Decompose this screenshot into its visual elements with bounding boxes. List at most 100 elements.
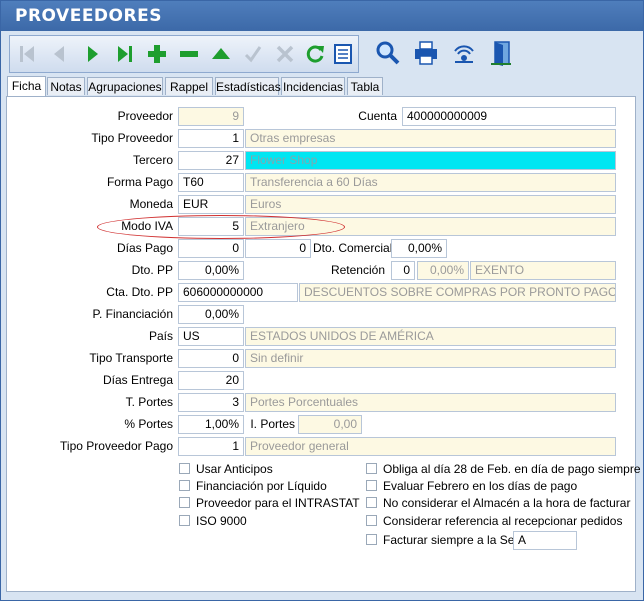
proveedor-field[interactable]: 9 (178, 107, 244, 126)
dias-entrega-field[interactable]: 20 (178, 371, 244, 390)
retencion-label: Retención (330, 263, 385, 277)
tab-agrupaciones[interactable]: Agrupaciones (87, 77, 163, 95)
previous-record-button[interactable] (44, 39, 74, 69)
window-title: PROVEEDORES (15, 6, 162, 26)
add-record-button[interactable] (142, 39, 172, 69)
pct-portes-field[interactable]: 1,00% (178, 415, 244, 434)
obliga-dia-28-checkbox[interactable]: Obliga al día 28 de Feb. en día de pago … (366, 462, 641, 477)
refresh-button[interactable] (300, 39, 330, 69)
tipo-proveedor-desc: Otras empresas (245, 129, 616, 148)
print-button[interactable] (411, 38, 441, 68)
tab-estadisticas[interactable]: Estadísticas (215, 77, 281, 95)
t-portes-code[interactable]: 3 (178, 393, 244, 412)
checkbox-box[interactable] (366, 497, 377, 508)
t-portes-desc: Portes Porcentuales (245, 393, 616, 412)
i-portes-field[interactable]: 0,00 (298, 415, 362, 434)
tipo-proveedor-pago-desc: Proveedor general (245, 437, 616, 456)
dto-comercial-label: Dto. Comercial (313, 241, 393, 255)
checkbox-box[interactable] (179, 463, 190, 474)
moneda-code[interactable]: EUR (178, 195, 244, 214)
checkbox-label: Proveedor para el INTRASTAT (196, 496, 360, 510)
cuenta-label: Cuenta (358, 109, 397, 123)
tab-tabla[interactable]: Tabla (347, 77, 383, 95)
no-considerar-almacen-checkbox[interactable]: No considerar el Almacén a la hora de fa… (366, 496, 630, 511)
cuenta-field[interactable]: 400000000009 (402, 107, 616, 126)
tercero-desc: Flower Shop (245, 151, 616, 170)
dto-comercial-field[interactable]: 0,00% (391, 239, 447, 258)
checkbox-box[interactable] (366, 515, 377, 526)
checkbox-box[interactable] (366, 463, 377, 474)
cta-dto-pp-code[interactable]: 606000000000 (178, 283, 298, 302)
previous-icon (54, 46, 64, 62)
door-exit-icon (491, 41, 511, 66)
tipo-transporte-code[interactable]: 0 (178, 349, 244, 368)
last-record-button[interactable] (110, 39, 140, 69)
checkbox-label: Usar Anticipos (196, 462, 273, 476)
printer-icon (415, 41, 437, 65)
considerar-referencia-checkbox[interactable]: Considerar referencia al recepcionar ped… (366, 514, 622, 529)
modo-iva-code[interactable]: 5 (178, 217, 244, 236)
p-financiacion-field[interactable]: 0,00% (178, 305, 244, 324)
checkbox-box[interactable] (366, 480, 377, 491)
pais-label: País (148, 329, 173, 343)
tipo-proveedor-label: Tipo Proveedor (91, 131, 173, 145)
checkbox-box[interactable] (179, 480, 190, 491)
checkbox-label: ISO 9000 (196, 514, 247, 528)
minus-icon (180, 51, 198, 57)
navigation-toolbar (9, 35, 359, 73)
exit-button[interactable] (487, 38, 517, 68)
dias-pago-field-1[interactable]: 0 (178, 239, 244, 258)
first-record-button[interactable] (12, 39, 42, 69)
tercero-label: Tercero (132, 153, 173, 167)
next-record-button[interactable] (78, 39, 108, 69)
search-button[interactable] (373, 38, 403, 68)
pais-code[interactable]: US (178, 327, 244, 346)
list-view-button[interactable] (328, 39, 358, 69)
title-bar: PROVEEDORES (1, 1, 643, 31)
checkbox-box[interactable] (366, 534, 377, 545)
retencion-code[interactable]: 0 (391, 261, 415, 280)
facturar-serie-checkbox[interactable]: Facturar siempre a la Serie (366, 533, 528, 548)
tab-notas[interactable]: Notas (47, 77, 85, 95)
first-icon (20, 46, 34, 62)
triangle-up-icon (212, 48, 230, 59)
tab-incidencias[interactable]: Incidencias (281, 77, 345, 95)
tercero-code[interactable]: 27 (178, 151, 244, 170)
retencion-desc: EXENTO (470, 261, 616, 280)
modo-iva-desc: Extranjero (245, 217, 616, 236)
connect-button[interactable] (449, 38, 479, 68)
evaluar-febrero-checkbox[interactable]: Evaluar Febrero en los días de pago (366, 479, 577, 494)
check-icon (244, 46, 262, 63)
checkbox-label: Considerar referencia al recepcionar ped… (383, 514, 623, 528)
tab-rappel[interactable]: Rappel (165, 77, 213, 95)
t-portes-label: T. Portes (125, 395, 173, 409)
tipo-proveedor-pago-code[interactable]: 1 (178, 437, 244, 456)
confirm-button[interactable] (238, 39, 268, 69)
checkbox-label: Facturar siempre a la Serie (383, 533, 528, 547)
checkbox-box[interactable] (179, 497, 190, 508)
cancel-button[interactable] (270, 39, 300, 69)
checkbox-label: No considerar el Almacén a la hora de fa… (383, 496, 631, 510)
financiacion-liquido-checkbox[interactable]: Financiación por Líquido (179, 479, 327, 494)
usar-anticipos-checkbox[interactable]: Usar Anticipos (179, 462, 273, 477)
cta-dto-pp-label: Cta. Dto. PP (106, 285, 173, 299)
forma-pago-code[interactable]: T60 (178, 173, 244, 192)
edit-record-button[interactable] (206, 39, 236, 69)
tab-ficha[interactable]: Ficha (7, 76, 46, 97)
intrastat-checkbox[interactable]: Proveedor para el INTRASTAT (179, 496, 360, 511)
refresh-icon (306, 45, 324, 63)
p-financiacion-label: P. Financiación (92, 307, 174, 321)
checkbox-label: Obliga al día 28 de Feb. en día de pago … (383, 462, 641, 476)
dias-entrega-label: Días Entrega (102, 373, 173, 387)
dias-pago-field-2[interactable]: 0 (245, 239, 311, 258)
dto-pp-field[interactable]: 0,00% (178, 261, 244, 280)
checkbox-box[interactable] (179, 515, 190, 526)
delete-record-button[interactable] (174, 39, 204, 69)
iso-9000-checkbox[interactable]: ISO 9000 (179, 514, 247, 529)
pais-desc: ESTADOS UNIDOS DE AMÉRICA (245, 327, 616, 346)
checkbox-label: Evaluar Febrero en los días de pago (383, 479, 578, 493)
serie-field[interactable]: A (513, 531, 577, 550)
last-icon (118, 46, 132, 62)
ficha-panel: Proveedor 9 Cuenta 400000000009 Tipo Pro… (6, 96, 641, 592)
tipo-proveedor-code[interactable]: 1 (178, 129, 244, 148)
